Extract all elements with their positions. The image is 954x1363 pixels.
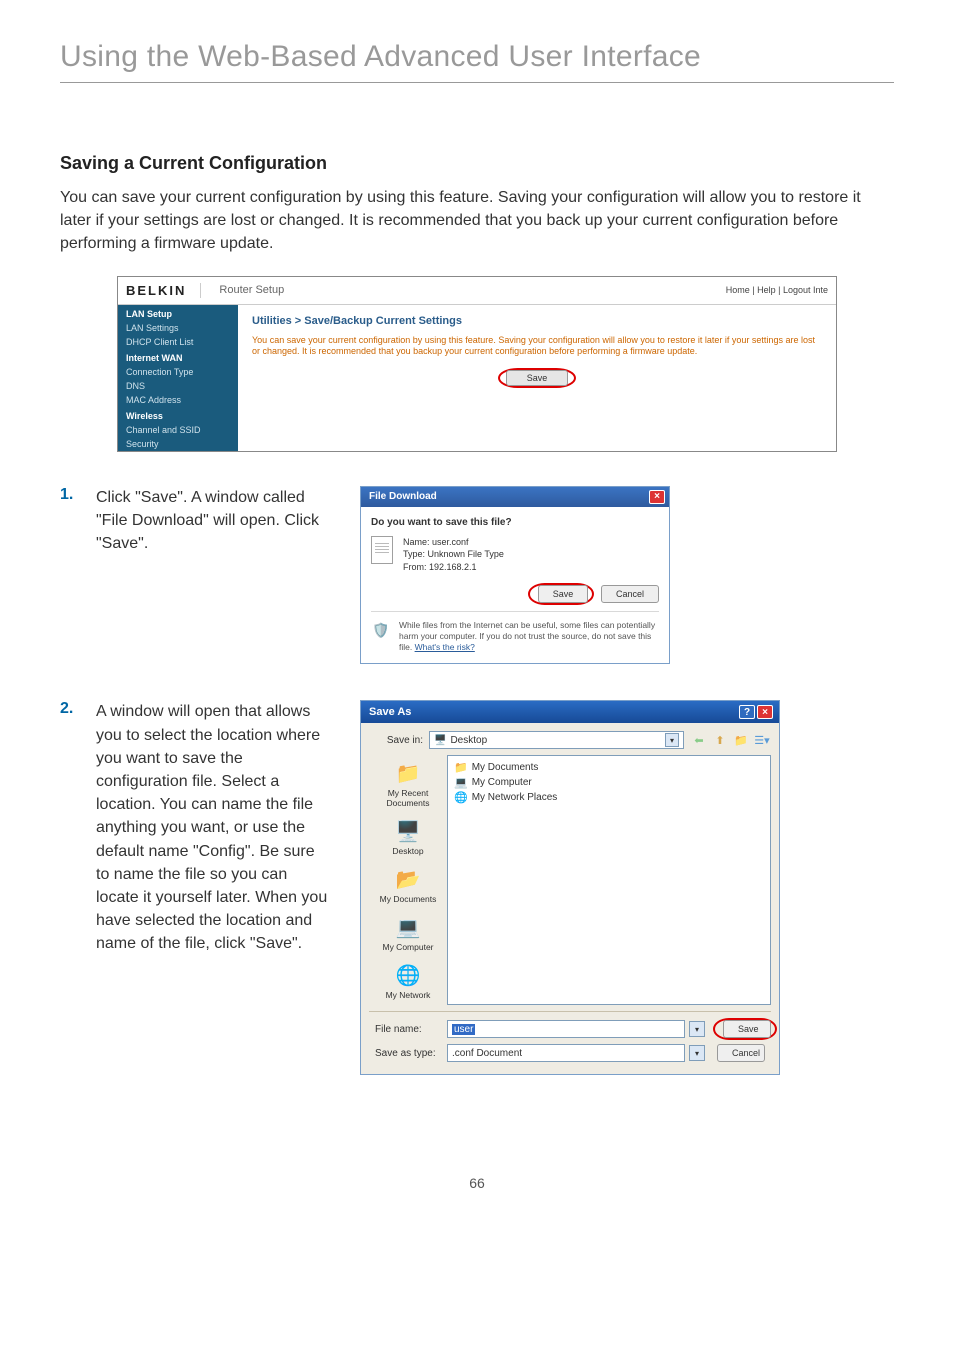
router-title: Router Setup [219, 284, 284, 296]
savein-label: Save in: [369, 735, 429, 746]
sidebar-item-connection[interactable]: Connection Type [118, 365, 238, 379]
save-button[interactable]: Save [538, 585, 589, 603]
horizontal-rule [60, 82, 894, 83]
filename-value: user [452, 1024, 475, 1035]
router-screenshot: BELKIN Router Setup Home | Help | Logout… [117, 276, 837, 452]
name-label: Name: [403, 537, 430, 547]
save-button[interactable]: Save [506, 370, 569, 386]
utilities-desc: You can save your current configuration … [252, 335, 822, 358]
section-title: Saving a Current Configuration [60, 153, 894, 174]
intro-paragraph: You can save your current configuration … [60, 186, 894, 256]
shield-icon: 🛡️ [371, 620, 391, 640]
list-item[interactable]: 🌐My Network Places [452, 790, 766, 805]
place-label: My Computer [382, 942, 433, 952]
chevron-down-icon[interactable]: ▾ [665, 733, 679, 747]
place-recent[interactable]: 📁 My Recent Documents [369, 755, 447, 813]
computer-icon: 💻 [454, 776, 468, 789]
router-header-links[interactable]: Home | Help | Logout Inte [726, 285, 828, 295]
brand-logo: BELKIN [126, 283, 201, 298]
dialog-question: Do you want to save this file? [371, 517, 659, 528]
folder-icon: 📁 [454, 761, 468, 774]
place-mydocs[interactable]: 📂 My Documents [369, 861, 447, 909]
sidebar-item-channel[interactable]: Channel and SSID [118, 423, 238, 437]
place-label: Desktop [392, 846, 423, 856]
place-label: My Recent Documents [371, 788, 445, 808]
utilities-heading: Utilities > Save/Backup Current Settings [252, 315, 822, 327]
file-from: 192.168.2.1 [429, 562, 477, 572]
filename-label: File name: [369, 1024, 447, 1035]
place-label: My Documents [380, 894, 437, 904]
up-icon[interactable]: ⬆ [711, 731, 729, 749]
file-icon [371, 536, 393, 564]
sidebar-heading-lan: LAN Setup [118, 305, 238, 321]
type-label: Type: [403, 549, 425, 559]
view-menu-icon[interactable]: ☰▾ [753, 731, 771, 749]
risk-link[interactable]: What's the risk? [415, 642, 475, 652]
new-folder-icon[interactable]: 📁 [732, 731, 750, 749]
step-number-2: 2. [60, 700, 96, 955]
place-mynet[interactable]: 🌐 My Network [369, 957, 447, 1005]
recent-icon: 📁 [394, 760, 422, 786]
network-icon: 🌐 [454, 791, 468, 804]
savein-value: Desktop [450, 735, 487, 746]
close-icon[interactable]: × [757, 705, 773, 719]
help-icon[interactable]: ? [739, 705, 755, 719]
sidebar-heading-wan: Internet WAN [118, 349, 238, 365]
filetype-dropdown[interactable]: .conf Document [447, 1044, 685, 1062]
dialog-title: Save As [369, 706, 411, 718]
save-as-dialog: Save As ? × Save in: 🖥️ Desktop ▾ ⬅ ⬆ 📁 … [360, 700, 780, 1075]
sidebar-item-dns[interactable]: DNS [118, 379, 238, 393]
sidebar-item-mac[interactable]: MAC Address [118, 393, 238, 407]
network-icon: 🌐 [394, 962, 422, 988]
file-list[interactable]: 📁My Documents 💻My Computer 🌐My Network P… [447, 755, 771, 1005]
chevron-down-icon[interactable]: ▾ [689, 1045, 705, 1061]
computer-icon: 💻 [394, 914, 422, 940]
sidebar-heading-wireless: Wireless [118, 407, 238, 423]
place-label: My Network [386, 990, 431, 1000]
list-item[interactable]: 📁My Documents [452, 760, 766, 775]
cancel-button[interactable]: Cancel [717, 1044, 765, 1062]
highlight-oval: Save [713, 1018, 777, 1040]
sidebar-item-lan-settings[interactable]: LAN Settings [118, 321, 238, 335]
step-number-1: 1. [60, 486, 96, 556]
highlight-oval: Save [498, 368, 577, 388]
page-title: Using the Web-Based Advanced User Interf… [60, 40, 894, 74]
from-label: From: [403, 562, 427, 572]
dialog-title: File Download [369, 491, 437, 502]
place-mycomp[interactable]: 💻 My Computer [369, 909, 447, 957]
file-download-dialog: File Download × Do you want to save this… [360, 486, 670, 665]
save-button[interactable]: Save [723, 1020, 771, 1038]
documents-icon: 📂 [394, 866, 422, 892]
place-desktop[interactable]: 🖥️ Desktop [369, 813, 447, 861]
router-sidebar: LAN Setup LAN Settings DHCP Client List … [118, 305, 238, 451]
back-icon[interactable]: ⬅ [690, 731, 708, 749]
step-2-text: A window will open that allows you to se… [96, 700, 330, 955]
savein-dropdown[interactable]: 🖥️ Desktop ▾ [429, 731, 684, 749]
close-icon[interactable]: × [649, 490, 665, 504]
chevron-down-icon[interactable]: ▾ [689, 1021, 705, 1037]
desktop-icon: 🖥️ [434, 735, 446, 746]
sidebar-item-security[interactable]: Security [118, 437, 238, 451]
highlight-oval: Save [528, 583, 595, 605]
step-1-text: Click "Save". A window called "File Down… [96, 486, 330, 556]
filetype-label: Save as type: [369, 1048, 447, 1059]
filename-input[interactable]: user [447, 1020, 685, 1038]
list-item[interactable]: 💻My Computer [452, 775, 766, 790]
file-type: Unknown File Type [428, 549, 504, 559]
file-name: user.conf [432, 537, 469, 547]
desktop-icon: 🖥️ [394, 818, 422, 844]
sidebar-item-dhcp[interactable]: DHCP Client List [118, 335, 238, 349]
page-number: 66 [60, 1175, 894, 1191]
cancel-button[interactable]: Cancel [601, 585, 659, 603]
filetype-value: .conf Document [452, 1048, 522, 1059]
